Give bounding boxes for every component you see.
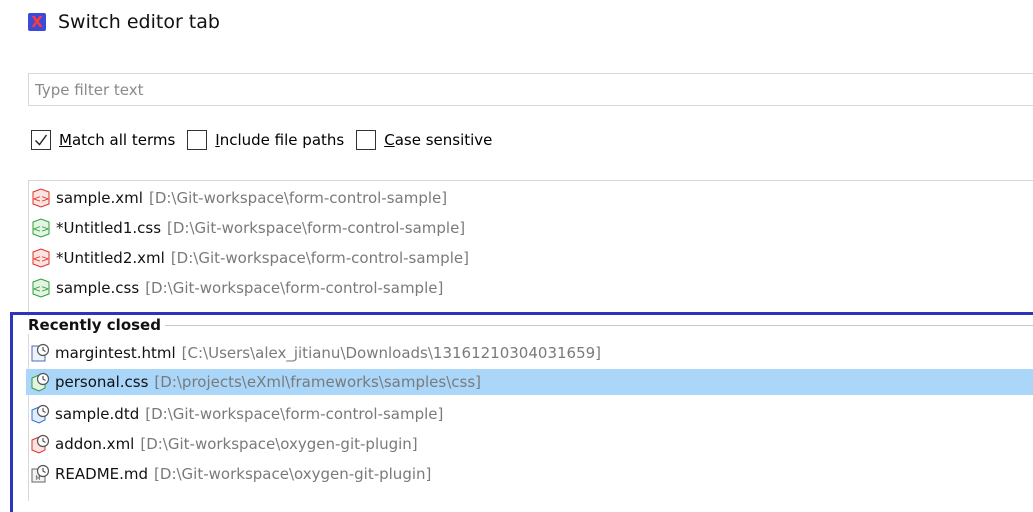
file-path: [D:\Git-workspace\form-control-sample] [145,405,444,423]
list-item[interactable]: M README.md [D:\Git-workspace\oxygen-git… [28,461,1033,487]
css-file-history-icon [31,372,50,392]
file-path: [D:\projects\eXml\frameworks\samples\css… [154,373,481,391]
list-item-selected[interactable]: personal.css [D:\projects\eXml\framework… [26,369,1033,395]
list-item[interactable]: addon.xml [D:\Git-workspace\oxygen-git-p… [28,431,1033,457]
file-name: personal.css [55,373,149,391]
file-path: [D:\Git-workspace\oxygen-git-plugin] [140,435,418,453]
html-file-history-icon [31,343,50,362]
file-name: addon.xml [55,435,135,453]
md-file-history-icon: M [31,464,50,483]
xml-file-history-icon [31,434,50,454]
list-item[interactable]: margintest.html [C:\Users\alex_jitianu\D… [28,340,1033,366]
recently-closed-list: margintest.html [C:\Users\alex_jitianu\D… [26,0,1033,490]
file-name: margintest.html [55,344,176,362]
file-name: sample.dtd [55,405,140,423]
file-name: README.md [55,465,149,483]
dtd-file-history-icon [31,404,50,424]
file-path: [C:\Users\alex_jitianu\Downloads\1316121… [181,344,602,362]
file-path: [D:\Git-workspace\oxygen-git-plugin] [154,465,432,483]
list-item[interactable]: sample.dtd [D:\Git-workspace\form-contro… [28,401,1033,427]
